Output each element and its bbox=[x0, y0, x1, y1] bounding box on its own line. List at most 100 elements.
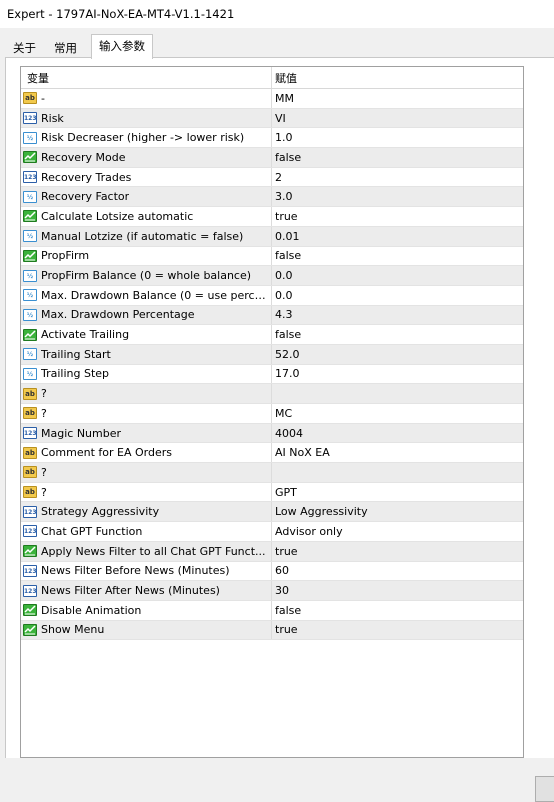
value-cell[interactable] bbox=[272, 384, 523, 403]
variable-cell[interactable]: Calculate Lotsize automatic bbox=[21, 207, 272, 226]
variable-cell[interactable]: ½ Manual Lotzize (if automatic = false) bbox=[21, 226, 272, 246]
variable-cell[interactable]: 123 Strategy Aggressivity bbox=[21, 502, 272, 522]
parameters-grid[interactable]: 变量 赋值 ab - MM 123 Risk VI ½ Risk Decreaser (hig… bbox=[20, 66, 524, 758]
value-cell[interactable]: MC bbox=[272, 404, 523, 423]
variable-name: Trailing Step bbox=[41, 367, 110, 381]
value-cell[interactable]: MM bbox=[272, 89, 523, 108]
table-row[interactable]: Apply News Filter to all Chat GPT Funct.… bbox=[21, 541, 523, 562]
value-cell[interactable]: Low Aggressivity bbox=[272, 502, 523, 521]
variable-cell[interactable]: ½ PropFirm Balance (0 = whole balance) bbox=[21, 266, 272, 285]
table-row[interactable]: ab? bbox=[21, 384, 523, 404]
tab-inputs[interactable]: 输入参数 bbox=[91, 34, 153, 59]
value-cell[interactable]: false bbox=[272, 601, 523, 620]
value-cell[interactable]: Advisor only bbox=[272, 522, 523, 541]
table-row[interactable]: Show Menu true bbox=[21, 620, 523, 641]
variable-cell[interactable]: ½ Max. Drawdown Balance (0 = use perce... bbox=[21, 285, 272, 305]
variable-cell[interactable]: ½ Max. Drawdown Percentage bbox=[21, 305, 272, 325]
dialog-button-edge[interactable] bbox=[535, 776, 554, 802]
value-cell[interactable]: VI bbox=[272, 109, 523, 128]
integer-icon: 123 bbox=[23, 525, 37, 538]
value-cell[interactable]: false bbox=[272, 247, 523, 266]
value-cell[interactable]: 0.0 bbox=[272, 286, 523, 305]
value-cell[interactable]: 60 bbox=[272, 562, 523, 581]
variable-name: Recovery Trades bbox=[41, 170, 132, 184]
value-cell[interactable]: AI NoX EA bbox=[272, 443, 523, 462]
header-variable[interactable]: 变量 bbox=[21, 67, 272, 88]
table-row[interactable]: Disable Animation false bbox=[21, 600, 523, 621]
tab-common[interactable]: 常用 bbox=[46, 37, 85, 58]
variable-cell[interactable]: 123 News Filter After News (Minutes) bbox=[21, 581, 272, 600]
table-row[interactable]: ½ Recovery Factor 3.0 bbox=[21, 187, 523, 208]
variable-cell[interactable]: Recovery Mode bbox=[21, 148, 272, 167]
table-row[interactable]: ½ Trailing Step 17.0 bbox=[21, 364, 523, 385]
table-row[interactable]: 123 Chat GPT Function Advisor only bbox=[21, 522, 523, 542]
double-icon: ½ bbox=[23, 269, 37, 282]
variable-value: 4.3 bbox=[275, 308, 293, 322]
variable-cell[interactable]: Show Menu bbox=[21, 620, 272, 640]
variable-cell[interactable]: Disable Animation bbox=[21, 600, 272, 620]
table-row[interactable]: Recovery Mode false bbox=[21, 148, 523, 168]
value-cell[interactable]: true bbox=[272, 542, 523, 561]
table-row[interactable]: ab? GPT bbox=[21, 482, 523, 503]
value-cell[interactable]: 4.3 bbox=[272, 306, 523, 325]
table-row[interactable]: ½ Manual Lotzize (if automatic = false) 0.… bbox=[21, 226, 523, 247]
variable-cell[interactable]: ab? bbox=[21, 384, 272, 403]
table-row[interactable]: ab? MC bbox=[21, 404, 523, 424]
variable-cell[interactable]: 123 Recovery Trades bbox=[21, 167, 272, 187]
variable-cell[interactable]: ½ Risk Decreaser (higher -> lower risk) bbox=[21, 128, 272, 148]
table-row[interactable]: ½ Trailing Start 52.0 bbox=[21, 344, 523, 365]
value-cell[interactable]: 1.0 bbox=[272, 128, 523, 147]
variable-cell[interactable]: 123 Risk bbox=[21, 108, 272, 128]
table-row[interactable]: 123 Recovery Trades 2 bbox=[21, 167, 523, 188]
variable-cell[interactable]: ½ Trailing Start bbox=[21, 344, 272, 364]
value-cell[interactable]: false bbox=[272, 148, 523, 167]
variable-cell[interactable]: ½ Trailing Step bbox=[21, 364, 272, 384]
table-row[interactable]: ½ Risk Decreaser (higher -> lower risk) 1.… bbox=[21, 128, 523, 149]
variable-cell[interactable]: ab? bbox=[21, 463, 272, 482]
value-cell[interactable]: true bbox=[272, 621, 523, 640]
value-cell[interactable]: 3.0 bbox=[272, 187, 523, 206]
value-cell[interactable]: 2 bbox=[272, 168, 523, 187]
variable-cell[interactable]: Apply News Filter to all Chat GPT Funct.… bbox=[21, 541, 272, 561]
table-row[interactable]: 123 Magic Number 4004 bbox=[21, 423, 523, 444]
value-cell[interactable]: false bbox=[272, 325, 523, 344]
header-value[interactable]: 赋值 bbox=[272, 67, 523, 88]
variable-cell[interactable]: PropFirm bbox=[21, 246, 272, 266]
variable-cell[interactable]: ab Comment for EA Orders bbox=[21, 443, 272, 463]
variable-name: Disable Animation bbox=[41, 603, 142, 617]
value-cell[interactable] bbox=[272, 463, 523, 482]
table-row[interactable]: 123 News Filter Before News (Minutes) 60 bbox=[21, 561, 523, 582]
tab-about[interactable]: 关于 bbox=[5, 37, 44, 58]
variable-cell[interactable]: ½ Recovery Factor bbox=[21, 187, 272, 207]
table-row[interactable]: PropFirm false bbox=[21, 246, 523, 267]
table-row[interactable]: 123 News Filter After News (Minutes) 30 bbox=[21, 581, 523, 601]
value-cell[interactable]: true bbox=[272, 207, 523, 226]
table-row[interactable]: 123 Strategy Aggressivity Low Aggressivity bbox=[21, 502, 523, 523]
table-row[interactable]: ab Comment for EA Orders AI NoX EA bbox=[21, 443, 523, 464]
value-cell[interactable]: GPT bbox=[272, 483, 523, 502]
variable-cell[interactable]: 123 Chat GPT Function bbox=[21, 522, 272, 541]
table-row[interactable]: 123 Risk VI bbox=[21, 108, 523, 129]
variable-value: false bbox=[275, 150, 302, 164]
value-cell[interactable]: 17.0 bbox=[272, 365, 523, 384]
value-cell[interactable]: 30 bbox=[272, 581, 523, 600]
value-cell[interactable]: 0.0 bbox=[272, 266, 523, 285]
table-row[interactable]: Calculate Lotsize automatic true bbox=[21, 207, 523, 227]
variable-cell[interactable]: ab? bbox=[21, 482, 272, 502]
variable-name: PropFirm bbox=[41, 249, 90, 263]
variable-cell[interactable]: ab? bbox=[21, 404, 272, 423]
value-cell[interactable]: 52.0 bbox=[272, 345, 523, 364]
table-row[interactable]: Activate Trailing false bbox=[21, 325, 523, 345]
table-row[interactable]: ½ Max. Drawdown Percentage 4.3 bbox=[21, 305, 523, 326]
value-cell[interactable]: 0.01 bbox=[272, 227, 523, 246]
value-cell[interactable]: 4004 bbox=[272, 424, 523, 443]
table-row[interactable]: ½ Max. Drawdown Balance (0 = use perce...… bbox=[21, 285, 523, 306]
table-row[interactable]: ab? bbox=[21, 463, 523, 483]
table-row[interactable]: ½ PropFirm Balance (0 = whole balance) 0.0 bbox=[21, 266, 523, 286]
variable-name: Show Menu bbox=[41, 623, 105, 637]
table-row[interactable]: ab - MM bbox=[21, 89, 523, 109]
variable-cell[interactable]: 123 Magic Number bbox=[21, 423, 272, 443]
variable-cell[interactable]: ab - bbox=[21, 89, 272, 108]
variable-cell[interactable]: Activate Trailing bbox=[21, 325, 272, 344]
variable-cell[interactable]: 123 News Filter Before News (Minutes) bbox=[21, 561, 272, 581]
